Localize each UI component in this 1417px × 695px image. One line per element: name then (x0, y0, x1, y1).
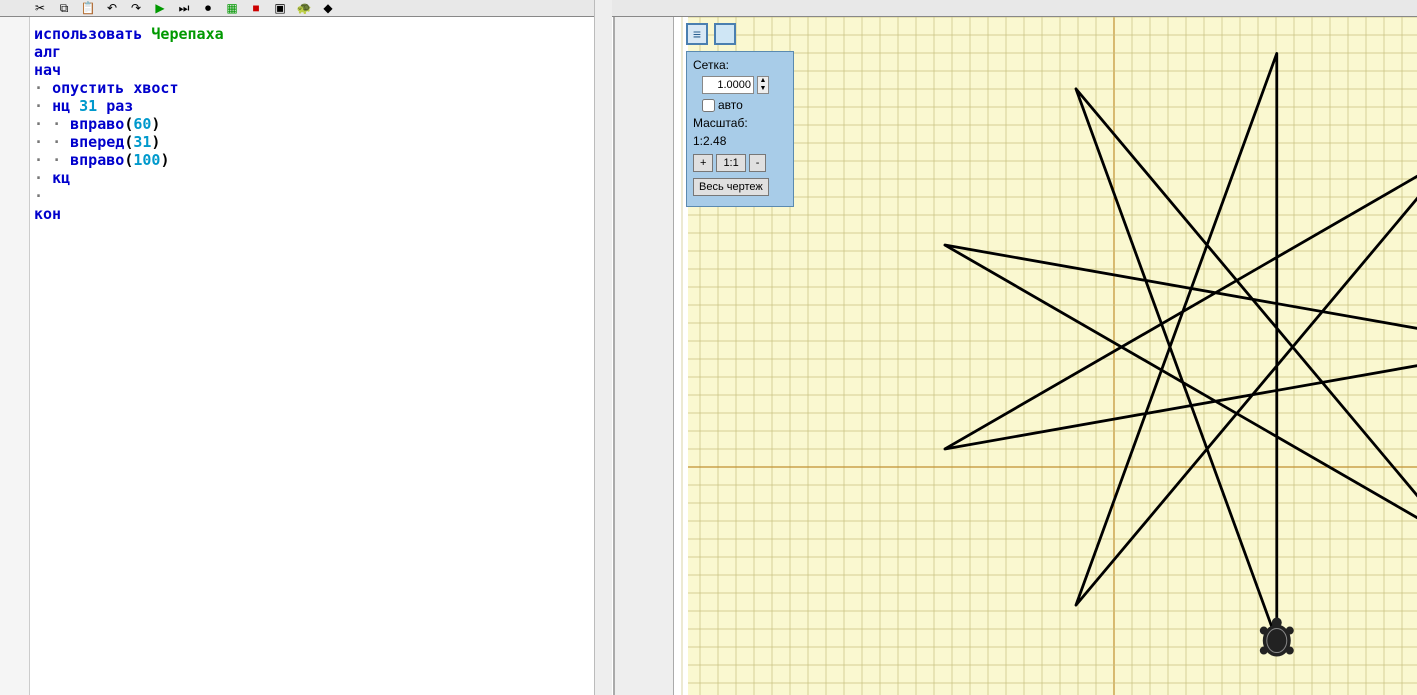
fit-drawing-button[interactable]: Весь чертеж (693, 178, 769, 196)
redo-icon[interactable]: ↷ (126, 1, 146, 15)
aqua-icon[interactable]: ◆ (318, 1, 338, 15)
zoom-reset-button[interactable]: 1:1 (716, 154, 745, 172)
paste-icon[interactable]: 📋 (78, 1, 98, 15)
menu-toggle-icon[interactable]: ≡ (686, 23, 708, 45)
grid-label: Сетка: (693, 58, 787, 72)
grid-icon[interactable]: ▦ (222, 1, 242, 15)
robot-icon[interactable]: ▣ (270, 1, 290, 15)
turtle-icon[interactable]: 🐢 (294, 1, 314, 15)
record-icon[interactable]: ⏺ (198, 1, 218, 15)
scissors-icon[interactable]: ✂ (30, 1, 50, 15)
code-editor[interactable]: использовать Черепаха алг нач · опустить… (0, 17, 614, 695)
zoom-in-button[interactable]: + (693, 154, 713, 172)
grid-step-input[interactable] (702, 76, 754, 94)
auto-label: авто (718, 98, 743, 112)
editor-gutter (0, 17, 30, 695)
scale-value: 1:2.48 (693, 134, 787, 148)
grid-step-spinner[interactable]: ▲▼ (757, 76, 769, 94)
main-toolbar: ✂ ⧉ 📋 ↶ ↷ ▶ ⏭ ⏺ ▦ ■ ▣ 🐢 ◆ (0, 0, 1417, 17)
zoom-out-button[interactable]: - (749, 154, 767, 172)
turtle-canvas-panel: ≡ Сетка: ▲▼ авто Масштаб: 1:2.48 + 1:1 - (674, 17, 1417, 695)
splitter[interactable] (614, 17, 674, 695)
step-icon[interactable]: ⏭ (174, 1, 194, 15)
undo-icon[interactable]: ↶ (102, 1, 122, 15)
scale-label: Масштаб: (693, 116, 787, 130)
auto-checkbox[interactable] (702, 99, 715, 112)
code-text[interactable]: использовать Черепаха алг нач · опустить… (30, 17, 613, 695)
grid-settings-panel: Сетка: ▲▼ авто Масштаб: 1:2.48 + 1:1 - В… (686, 51, 794, 207)
copy-icon[interactable]: ⧉ (54, 1, 74, 15)
editor-scrollbar[interactable] (594, 0, 612, 695)
stop-icon[interactable]: ■ (246, 1, 266, 15)
run-icon[interactable]: ▶ (150, 1, 170, 15)
window-icon[interactable] (714, 23, 736, 45)
